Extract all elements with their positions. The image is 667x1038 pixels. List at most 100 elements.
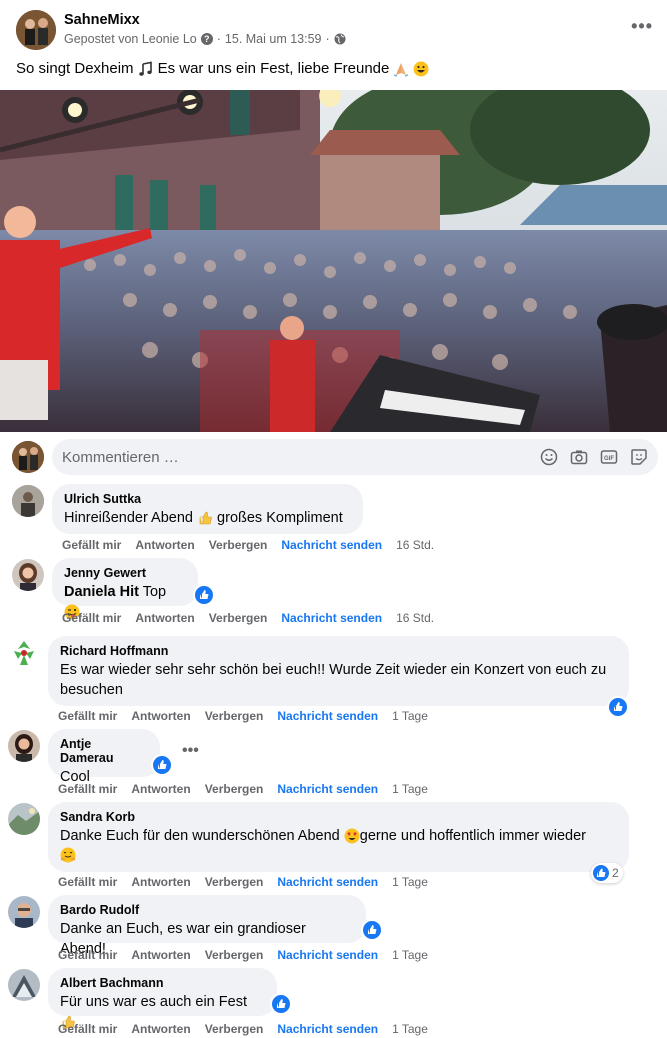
reply-button[interactable]: Antworten bbox=[135, 611, 194, 625]
send-message-button[interactable]: Nachricht senden bbox=[277, 875, 378, 889]
comment-input[interactable] bbox=[62, 439, 532, 475]
gif-icon[interactable]: GIF bbox=[600, 448, 618, 466]
comment-bubble: Richard Hoffmann Es war wieder sehr sehr… bbox=[48, 636, 629, 706]
hide-button[interactable]: Verbergen bbox=[205, 1022, 264, 1036]
comment-bubble: Albert Bachmann Für uns war es auch ein … bbox=[48, 968, 277, 1029]
reaction-summary[interactable]: 2 bbox=[591, 863, 623, 883]
reply-button[interactable]: Antworten bbox=[131, 709, 190, 723]
comment-text: Es war wieder sehr sehr schön bei euch!!… bbox=[60, 662, 607, 678]
like-reaction-icon[interactable] bbox=[361, 919, 383, 941]
post-header: SahneMixx Gepostet von Leonie Lo ? · 15.… bbox=[0, 0, 667, 90]
like-button[interactable]: Gefällt mir bbox=[58, 948, 117, 962]
comment-time[interactable]: 1 Tage bbox=[392, 948, 428, 962]
comment-actions: Gefällt mir Antworten Verbergen Nachrich… bbox=[62, 538, 434, 552]
commenter-avatar[interactable] bbox=[12, 485, 44, 517]
hide-button[interactable]: Verbergen bbox=[205, 875, 264, 889]
like-button[interactable]: Gefällt mir bbox=[58, 782, 117, 796]
emoji-icon[interactable] bbox=[540, 448, 558, 466]
comment-options-icon[interactable]: ••• bbox=[182, 742, 199, 760]
reply-button[interactable]: Antworten bbox=[131, 1022, 190, 1036]
commenter-name[interactable]: Antje Damerau bbox=[60, 737, 148, 765]
reply-button[interactable]: Antworten bbox=[135, 538, 194, 552]
comment-composer: GIF bbox=[52, 439, 658, 475]
commenter-name[interactable]: Albert Bachmann bbox=[60, 976, 265, 990]
commenter-avatar[interactable] bbox=[12, 559, 44, 591]
hide-button[interactable]: Verbergen bbox=[209, 611, 268, 625]
commenter-avatar[interactable] bbox=[8, 730, 40, 762]
comment-text: Danke Euch für den wunderschönen Abend g… bbox=[60, 828, 586, 844]
send-message-button[interactable]: Nachricht senden bbox=[281, 611, 382, 625]
smiley-icon bbox=[413, 61, 429, 76]
comment-bubble: Sandra Korb Danke Euch für den wundersch… bbox=[48, 802, 629, 872]
comment-actions: Gefällt mir Antworten Verbergen Nachrich… bbox=[58, 782, 428, 796]
reply-button[interactable]: Antworten bbox=[131, 948, 190, 962]
hide-button[interactable]: Verbergen bbox=[205, 948, 264, 962]
like-button[interactable]: Gefällt mir bbox=[62, 538, 121, 552]
comment-text-continued: besuchen bbox=[60, 682, 123, 698]
like-button[interactable]: Gefällt mir bbox=[58, 709, 117, 723]
comment-time[interactable]: 1 Tage bbox=[392, 782, 428, 796]
commenter-name[interactable]: Sandra Korb bbox=[60, 810, 617, 824]
commenter-avatar[interactable] bbox=[8, 896, 40, 928]
comment-actions: Gefällt mir Antworten Verbergen Nachrich… bbox=[58, 709, 428, 723]
svg-text:GIF: GIF bbox=[604, 456, 614, 462]
like-reaction-icon[interactable] bbox=[151, 754, 173, 776]
camera-icon[interactable] bbox=[570, 448, 588, 466]
post-photo[interactable] bbox=[0, 90, 667, 432]
hide-button[interactable]: Verbergen bbox=[209, 538, 268, 552]
send-message-button[interactable]: Nachricht senden bbox=[277, 782, 378, 796]
commenter-name[interactable]: Jenny Gewert bbox=[64, 566, 186, 580]
help-icon[interactable]: ? bbox=[200, 33, 213, 45]
send-message-button[interactable]: Nachricht senden bbox=[281, 538, 382, 552]
commenter-name[interactable]: Ulrich Suttka bbox=[64, 492, 351, 506]
comment-actions: Gefällt mir Antworten Verbergen Nachrich… bbox=[58, 875, 428, 889]
like-reaction-icon bbox=[593, 865, 609, 881]
commenter-avatar[interactable] bbox=[8, 637, 40, 669]
composer-icons: GIF bbox=[540, 448, 648, 466]
comment-bubble: Jenny Gewert Daniela Hit Top bbox=[52, 558, 198, 620]
reply-button[interactable]: Antworten bbox=[131, 875, 190, 889]
folded-hands-icon bbox=[394, 62, 409, 77]
like-button[interactable]: Gefällt mir bbox=[58, 875, 117, 889]
like-button[interactable]: Gefällt mir bbox=[58, 1022, 117, 1036]
commenter-avatar[interactable] bbox=[8, 969, 40, 1001]
posted-by[interactable]: Gepostet von Leonie Lo bbox=[64, 32, 197, 46]
comment-bubble: Ulrich Suttka Hinreißender Abend großes … bbox=[52, 484, 363, 534]
hide-button[interactable]: Verbergen bbox=[205, 709, 264, 723]
reply-button[interactable]: Antworten bbox=[131, 782, 190, 796]
post-text: So singt Dexheim Es war uns ein Fest, li… bbox=[16, 60, 429, 77]
commenter-name[interactable]: Richard Hoffmann bbox=[60, 644, 617, 658]
sticker-icon[interactable] bbox=[630, 448, 648, 466]
music-note-icon bbox=[138, 61, 152, 76]
page-avatar[interactable] bbox=[16, 10, 56, 50]
comment-bubble: Antje Damerau Cool bbox=[48, 729, 160, 785]
comment-time[interactable]: 1 Tage bbox=[392, 1022, 428, 1036]
like-reaction-icon[interactable] bbox=[270, 993, 292, 1015]
more-options-icon[interactable]: ••• bbox=[631, 16, 653, 37]
commenter-avatar[interactable] bbox=[8, 803, 40, 835]
user-avatar[interactable] bbox=[12, 441, 44, 473]
like-reaction-icon[interactable] bbox=[607, 696, 629, 718]
comment-text: Hinreißender Abend großes Kompliment bbox=[64, 510, 343, 526]
mentioned-name[interactable]: Daniela Hit bbox=[64, 584, 139, 600]
hide-button[interactable]: Verbergen bbox=[205, 782, 264, 796]
globe-icon bbox=[334, 33, 346, 45]
comment-actions: Gefällt mir Antworten Verbergen Nachrich… bbox=[58, 948, 428, 962]
send-message-button[interactable]: Nachricht senden bbox=[277, 948, 378, 962]
post-meta: Gepostet von Leonie Lo ? · 15. Mai um 13… bbox=[64, 32, 346, 46]
comment-time[interactable]: 1 Tage bbox=[392, 709, 428, 723]
comment-actions: Gefällt mir Antworten Verbergen Nachrich… bbox=[62, 611, 434, 625]
send-message-button[interactable]: Nachricht senden bbox=[277, 1022, 378, 1036]
comment-time[interactable]: 16 Std. bbox=[396, 538, 434, 552]
like-button[interactable]: Gefällt mir bbox=[62, 611, 121, 625]
reaction-count: 2 bbox=[612, 866, 619, 880]
commenter-name[interactable]: Bardo Rudolf bbox=[60, 903, 354, 917]
post-date[interactable]: 15. Mai um 13:59 bbox=[225, 32, 322, 46]
page-name[interactable]: SahneMixx bbox=[64, 12, 140, 28]
heart-eyes-emoji-icon bbox=[344, 828, 360, 844]
hugging-emoji-icon bbox=[60, 847, 76, 863]
comment-time[interactable]: 16 Std. bbox=[396, 611, 434, 625]
comment-time[interactable]: 1 Tage bbox=[392, 875, 428, 889]
send-message-button[interactable]: Nachricht senden bbox=[277, 709, 378, 723]
like-reaction-icon[interactable] bbox=[193, 584, 215, 606]
